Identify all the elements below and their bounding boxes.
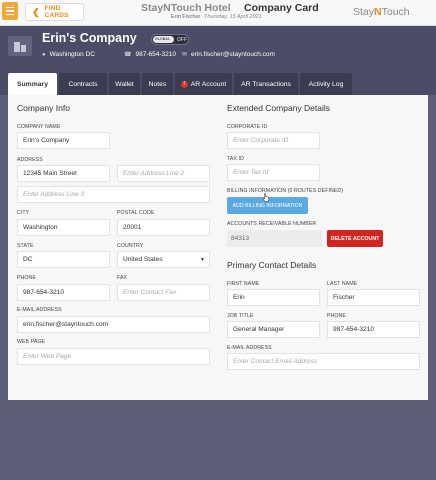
user-name: Erin Fischer [171, 14, 201, 20]
toggle-off-label: OFF [177, 37, 187, 43]
current-date: Thursday, 15 April 2021 [204, 14, 262, 20]
find-cards-label: FIND CARDS [44, 5, 69, 19]
company-info-title: Company Info [17, 103, 70, 113]
phone-icon: ☎ [124, 52, 132, 58]
address-line-2-field[interactable]: Enter Address Line 2 [117, 165, 210, 182]
brand-logo: StayNTouch [353, 6, 410, 18]
city-label: CITY [17, 210, 30, 216]
last-name-field[interactable]: Fischer [327, 289, 420, 306]
web-page-field[interactable]: Enter Web Page [17, 348, 210, 365]
postal-code-field[interactable]: 20001 [117, 219, 210, 236]
caret-down-icon: ▼ [200, 257, 205, 263]
location-text: Washington DC [49, 51, 95, 58]
job-title-field[interactable]: General Manager [227, 321, 320, 338]
primary-contact-title: Primary Contact Details [227, 260, 317, 270]
ar-number-value: 84313 [227, 230, 322, 247]
corporate-id-field[interactable]: Enter Corporate ID [227, 132, 320, 149]
company-name-field[interactable]: Erin's Company [17, 132, 110, 149]
tab-notes[interactable]: Notes [142, 73, 173, 95]
email-text: erin.fischer@stayntouch.com [191, 51, 275, 58]
top-bar: ❮ FIND CARDS StayNTouch Hotel Company Ca… [0, 0, 436, 26]
billing-info-label: BILLING INFORMATION (0 ROUTES DEFINED) [227, 188, 344, 194]
first-name-label: FIRST NAME [227, 281, 260, 287]
map-pin-icon: ● [42, 51, 46, 58]
tab-summary[interactable]: Summary [8, 73, 57, 95]
arrow-left-icon: ❮ [32, 6, 40, 17]
phone-text: 987-654-3210 [135, 51, 176, 58]
contact-phone-label: PHONE [327, 313, 346, 319]
job-title-label: JOB TITLE [227, 313, 254, 319]
web-page-label: WEB PAGE [17, 339, 46, 345]
tax-id-field[interactable]: Enter Tax Id [227, 164, 320, 181]
address-line-1-field[interactable]: 12345 Main Street [17, 165, 110, 182]
tab-ar-transactions[interactable]: AR Transactions [234, 73, 298, 95]
state-label: STATE [17, 243, 34, 249]
alert-badge-icon: ! [180, 80, 188, 88]
first-name-field[interactable]: Erin [227, 289, 320, 306]
postal-code-label: POSTAL CODE [117, 210, 155, 216]
state-field[interactable]: DC [17, 251, 110, 268]
tab-activity-log[interactable]: Activity Log [300, 73, 352, 95]
last-name-label: LAST NAME [327, 281, 358, 287]
building-icon [8, 36, 32, 56]
envelope-icon: ✉ [182, 52, 188, 58]
page-title: Company Card [244, 2, 319, 14]
pointer-cursor-icon [262, 193, 270, 202]
global-toggle[interactable]: GLOBAL OFF [151, 34, 189, 45]
contact-phone-field[interactable]: 987-654-3210 [327, 321, 420, 338]
hamburger-icon[interactable] [2, 2, 18, 20]
email-info: ✉ erin.fischer@stayntouch.com [182, 51, 275, 58]
extended-details-title: Extended Company Details [227, 103, 331, 113]
location-info: ● Washington DC [42, 51, 95, 58]
tab-wallet[interactable]: Wallet [109, 73, 140, 95]
country-label: COUNTRY [117, 243, 144, 249]
hotel-name: StayNTouch Hotel [141, 2, 231, 14]
phone-field[interactable]: 987-654-3210 [17, 284, 110, 301]
company-name-heading: Erin's Company [42, 31, 137, 45]
country-value: United States [123, 256, 163, 263]
email-field[interactable]: erin.fischer@stayntouch.com [17, 316, 210, 333]
email-label: E-MAIL ADDRESS [17, 307, 62, 313]
address-line-3-field[interactable]: Enter Address Line 3 [17, 186, 210, 203]
fax-field[interactable]: Enter Contact Fax [117, 284, 210, 301]
phone-info: ☎ 987-654-3210 [124, 51, 176, 58]
find-cards-button[interactable]: ❮ FIND CARDS [25, 3, 84, 21]
delete-account-button[interactable]: DELETE ACCOUNT [327, 230, 383, 247]
tab-bar: Summary Contracts Wallet Notes ! AR Accou… [0, 73, 436, 95]
tab-contracts[interactable]: Contracts [59, 73, 107, 95]
toggle-global-label: GLOBAL [155, 37, 171, 41]
company-name-label: COMPANY NAME [17, 124, 61, 130]
phone-label: PHONE [17, 275, 36, 281]
tab-ar-account[interactable]: ! AR Account [175, 73, 232, 95]
fax-label: FAX [117, 275, 128, 281]
country-select[interactable]: United States ▼ [117, 251, 210, 268]
address-label: ADDRESS [17, 157, 43, 163]
city-field[interactable]: Washington [17, 219, 110, 236]
contact-email-field[interactable]: Enter Contact Email Address [227, 353, 420, 370]
ar-number-label: ACCOUNTS RECEIVABLE NUMBER [227, 221, 317, 227]
contact-email-label: E-MAIL ADDRESS [227, 345, 272, 351]
tax-id-label: TAX ID [227, 156, 244, 162]
corporate-id-label: CORPORATE ID [227, 124, 268, 130]
